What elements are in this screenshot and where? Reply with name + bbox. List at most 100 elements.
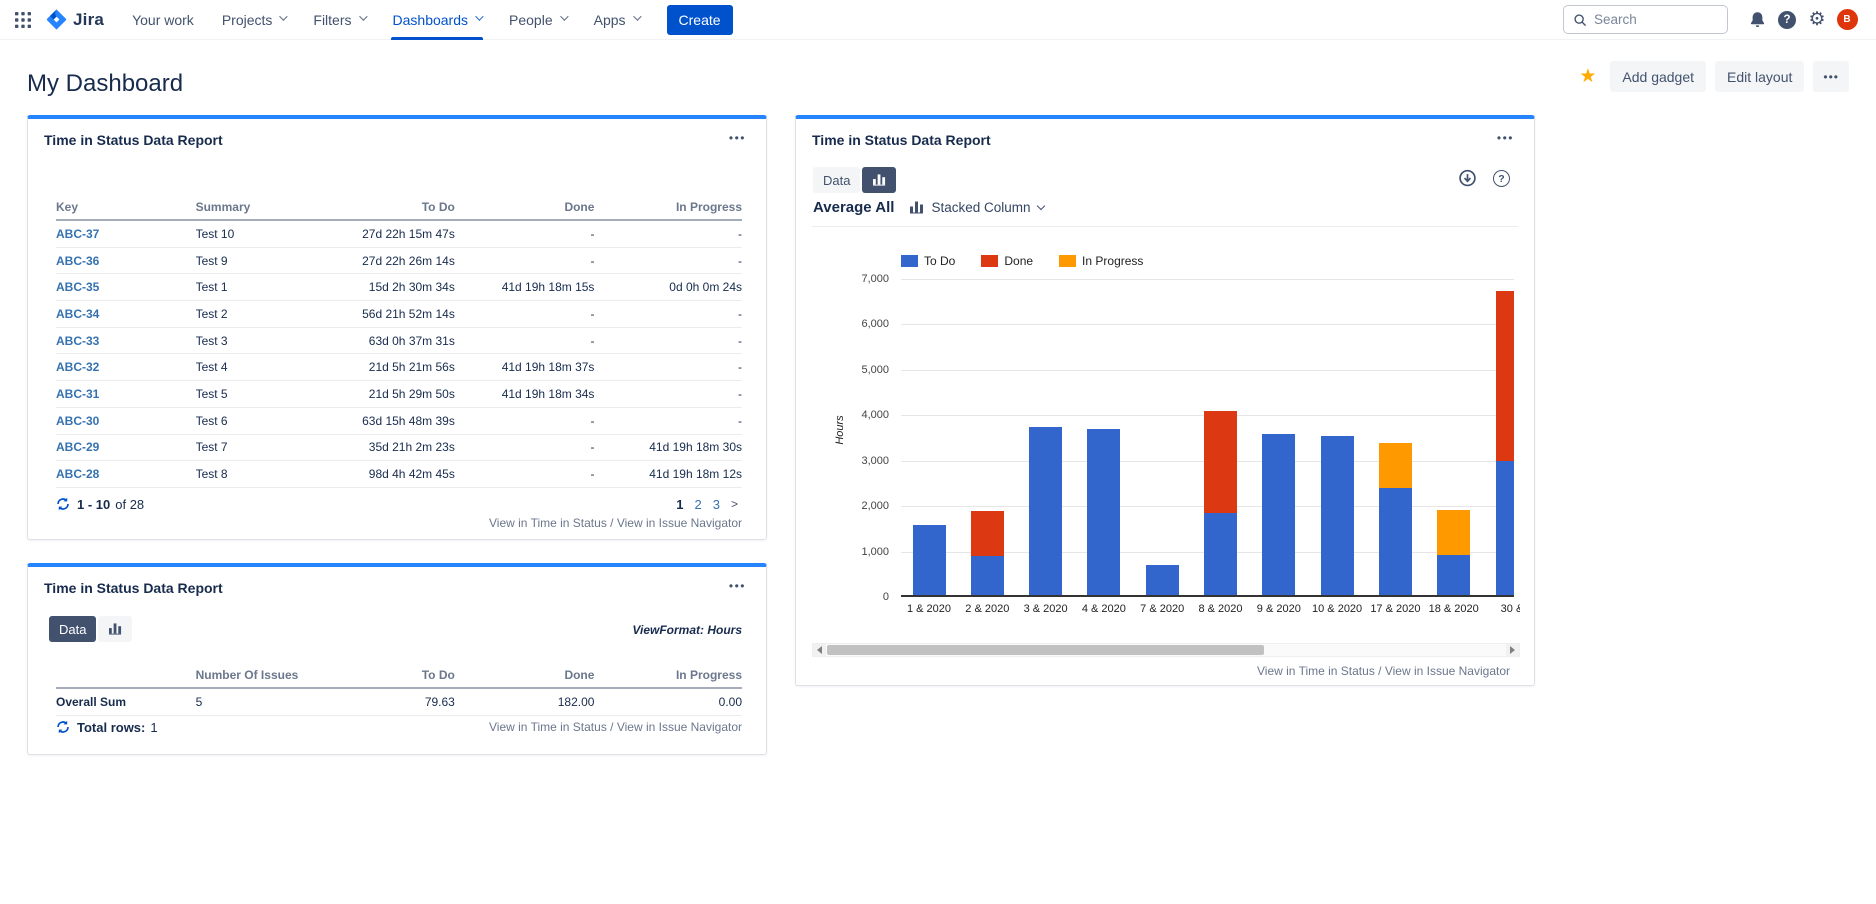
chart-tab[interactable]	[862, 167, 896, 193]
panel-more-button[interactable]: •••	[723, 575, 752, 597]
jira-brand-text: Jira	[73, 10, 104, 30]
panel-title: Time in Status Data Report	[44, 132, 223, 148]
panel-more-button[interactable]: •••	[723, 127, 752, 149]
y-axis-tick-label: 7,000	[794, 273, 889, 285]
stacked-bar	[1029, 427, 1062, 595]
issue-key-link[interactable]: ABC-32	[56, 360, 99, 374]
scroll-right-arrow[interactable]	[1506, 644, 1519, 656]
refresh-icon[interactable]	[56, 720, 70, 734]
view-toggle: Data	[49, 616, 132, 642]
in-progress-cell: -	[594, 414, 742, 428]
bar-segment-to-do	[971, 556, 1004, 595]
issue-key-link[interactable]: ABC-30	[56, 414, 99, 428]
search-input[interactable]	[1594, 12, 1704, 27]
data-tab[interactable]: Data	[49, 616, 96, 642]
issue-summary-cell: Test 3	[196, 334, 336, 348]
app-switcher-icon[interactable]	[10, 7, 36, 33]
add-gadget-button[interactable]: Add gadget	[1610, 61, 1706, 92]
download-circle-icon[interactable]	[1458, 169, 1477, 188]
page-link-1: 1	[676, 497, 683, 512]
legend-swatch	[981, 255, 998, 267]
view-in-link[interactable]: View in Time in Status / View in Issue N…	[489, 720, 742, 734]
nav-item-apps[interactable]: Apps	[582, 0, 651, 40]
page-title: My Dashboard	[27, 70, 183, 98]
nav-item-filters[interactable]: Filters	[301, 0, 376, 40]
y-axis-tick-label: 5,000	[794, 364, 889, 376]
chart-type-dropdown[interactable]: Stacked Column	[910, 200, 1043, 215]
nav-item-label: Your work	[132, 12, 194, 28]
issue-key-cell: ABC-28	[56, 467, 196, 481]
done-cell: -	[455, 467, 595, 481]
issue-key-link[interactable]: ABC-31	[56, 387, 99, 401]
question-circle-icon: ?	[1493, 170, 1510, 187]
nav-item-your-work[interactable]: Your work	[120, 0, 206, 40]
question-circle-icon: ?	[1778, 11, 1796, 29]
issue-key-link[interactable]: ABC-29	[56, 440, 99, 454]
settings-gear-icon[interactable]: ⚙	[1802, 5, 1832, 35]
issue-key-link[interactable]: ABC-33	[56, 334, 99, 348]
panel-title: Time in Status Data Report	[44, 580, 223, 596]
time-in-status-summary-panel: Time in Status Data Report ••• Data View…	[27, 563, 767, 755]
issue-summary-cell: Test 5	[196, 387, 336, 401]
issue-key-link[interactable]: ABC-37	[56, 227, 99, 241]
chart-tab[interactable]	[98, 616, 132, 642]
chevron-down-icon	[359, 12, 367, 20]
panel-more-button[interactable]: •••	[1491, 127, 1520, 149]
dashboard-more-button[interactable]: •••	[1813, 61, 1849, 92]
view-in-link[interactable]: View in Time in Status / View in Issue N…	[489, 516, 742, 530]
issue-key-cell: ABC-30	[56, 414, 196, 428]
issue-key-link[interactable]: ABC-35	[56, 280, 99, 294]
page-link-3[interactable]: 3	[713, 497, 720, 512]
data-tab[interactable]: Data	[813, 167, 860, 193]
chart-horizontal-scrollbar	[812, 643, 1520, 657]
done-cell: -	[455, 334, 595, 348]
issue-key-link[interactable]: ABC-36	[56, 254, 99, 268]
chart-plot-area	[901, 279, 1514, 597]
nav-item-dashboards[interactable]: Dashboards	[381, 0, 494, 40]
in-progress-cell: 0d 0h 0m 24s	[594, 280, 742, 294]
issue-summary-cell: Test 9	[196, 254, 336, 268]
legend-item-done: Done	[981, 254, 1033, 268]
chart-help-icon[interactable]: ?	[1493, 170, 1510, 187]
issues-table: KeySummaryTo DoDoneIn Progress ABC-37Tes…	[56, 194, 742, 488]
table-row: ABC-34Test 256d 21h 52m 14s--	[56, 301, 742, 328]
star-icon[interactable]: ★	[1579, 65, 1596, 88]
column-header-In Progress: In Progress	[594, 200, 742, 214]
table-row: ABC-36Test 927d 22h 26m 14s--	[56, 248, 742, 275]
x-axis-label: 30 &	[1501, 603, 1520, 615]
scrollbar-track[interactable]	[826, 644, 1506, 656]
x-axis-label: 7 & 2020	[1140, 603, 1184, 615]
chevron-down-icon	[560, 12, 568, 20]
view-in-link[interactable]: View in Time in Status / View in Issue N…	[1257, 664, 1510, 678]
divider	[812, 226, 1518, 227]
edit-layout-button[interactable]: Edit layout	[1715, 61, 1804, 92]
jira-logo[interactable]: Jira	[46, 9, 104, 30]
x-axis-label: 10 & 2020	[1312, 603, 1362, 615]
search-box[interactable]	[1563, 5, 1728, 34]
create-button[interactable]: Create	[667, 5, 733, 35]
scrollbar-thumb[interactable]	[827, 645, 1264, 655]
done-cell: -	[455, 307, 595, 321]
page-link-2[interactable]: 2	[695, 497, 702, 512]
scroll-left-arrow[interactable]	[813, 644, 826, 656]
summary-footer: Total rows: 1 View in Time in Status / V…	[56, 717, 742, 737]
stacked-bar	[1262, 434, 1295, 595]
issue-key-link[interactable]: ABC-28	[56, 467, 99, 481]
notifications-bell-icon[interactable]	[1742, 5, 1772, 35]
issue-key-link[interactable]: ABC-34	[56, 307, 99, 321]
help-icon[interactable]: ?	[1772, 5, 1802, 35]
in-progress-cell: -	[594, 334, 742, 348]
issue-key-cell: ABC-31	[56, 387, 196, 401]
next-page-link[interactable]: >	[731, 497, 738, 511]
nav-item-projects[interactable]: Projects	[210, 0, 298, 40]
profile-avatar[interactable]: B	[1832, 5, 1862, 35]
to-do-cell: 21d 5h 29m 50s	[335, 387, 455, 401]
y-axis-tick-label: 1,000	[794, 546, 889, 558]
table-row: ABC-29Test 735d 21h 2m 23s-41d 19h 18m 3…	[56, 435, 742, 462]
x-axis-label: 3 & 2020	[1024, 603, 1068, 615]
legend-label: In Progress	[1082, 254, 1143, 268]
refresh-icon[interactable]	[56, 497, 70, 511]
gridline	[901, 279, 1514, 280]
nav-item-people[interactable]: People	[497, 0, 578, 40]
chart-controls: Average All Stacked Column	[813, 199, 1044, 216]
